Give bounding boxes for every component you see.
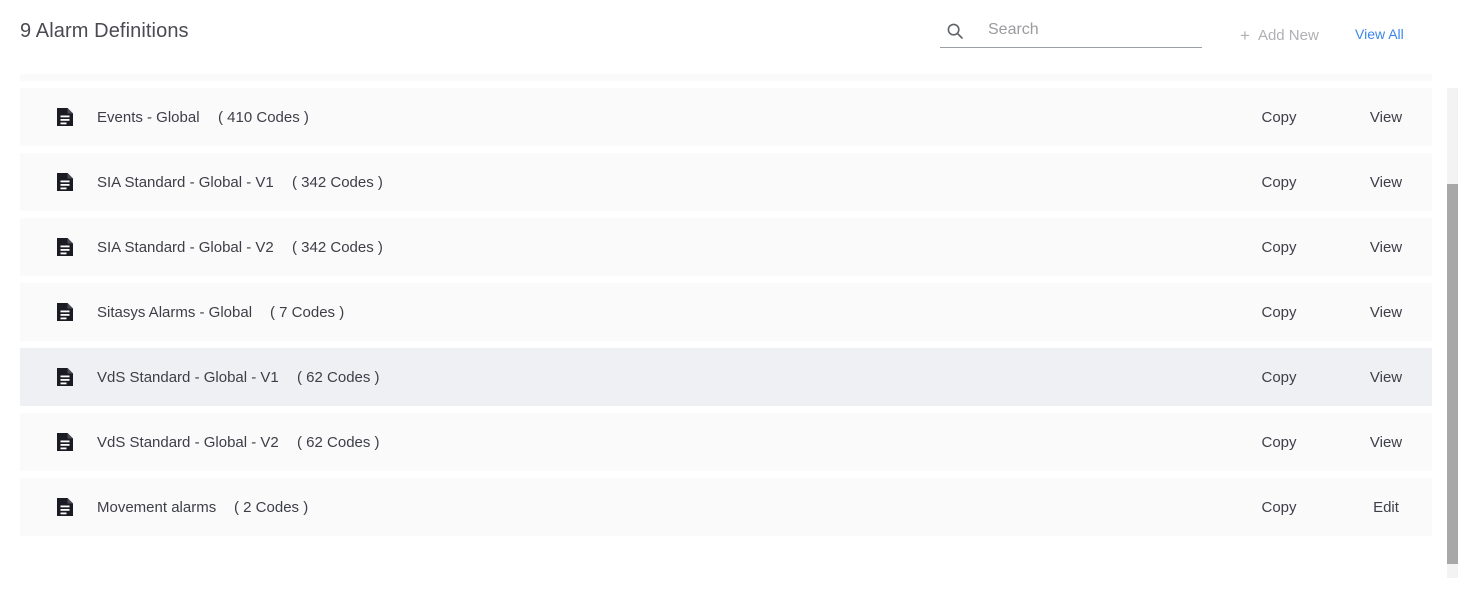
alarm-definition-count: ( 410 Codes ) [218, 108, 309, 126]
copy-link[interactable]: Copy [1233, 304, 1325, 321]
row-action-link[interactable]: Edit [1340, 499, 1432, 516]
row-action-link[interactable]: View [1340, 239, 1432, 256]
alarm-definition-count: ( 62 Codes ) [297, 433, 380, 451]
page-title: 9 Alarm Definitions [20, 20, 189, 42]
view-all-link[interactable]: View All [1355, 26, 1404, 42]
alarm-definition-name: SIA Standard - Global - V2 [97, 238, 274, 256]
alarm-definition-count: ( 342 Codes ) [292, 238, 383, 256]
document-icon [56, 367, 74, 387]
scrollbar-thumb[interactable] [1447, 184, 1458, 564]
table-row[interactable]: VdS Standard - Global - V2 ( 62 Codes ) Co… [20, 413, 1432, 471]
partial-row-above [20, 74, 1432, 81]
search-input[interactable] [986, 14, 1198, 46]
alarm-definition-name: VdS Standard - Global - V2 [97, 433, 279, 451]
copy-link[interactable]: Copy [1233, 174, 1325, 191]
copy-link[interactable]: Copy [1233, 239, 1325, 256]
list-inner: Events - Global( 410 Codes ) Copy View SIA … [0, 74, 1470, 536]
add-new-label: Add New [1257, 26, 1319, 44]
document-icon [56, 432, 74, 452]
table-row[interactable]: VdS Standard - Global - V1 ( 62 Codes ) Co… [20, 348, 1432, 406]
document-icon [56, 107, 74, 127]
row-action-link[interactable]: View [1340, 369, 1432, 386]
page-header: 9 Alarm Definitions + Add New View All [0, 0, 1470, 70]
copy-link[interactable]: Copy [1233, 499, 1325, 516]
alarm-definition-name: SIA Standard - Global - V1 [97, 173, 274, 191]
alarm-definition-count: ( 342 Codes ) [292, 173, 383, 191]
document-icon [56, 172, 74, 192]
alarm-definition-count: ( 62 Codes ) [297, 368, 380, 386]
alarm-definition-name: VdS Standard - Global - V1 [97, 368, 279, 386]
table-row[interactable]: Events - Global ( 410 Codes ) Copy View [20, 88, 1432, 146]
plus-icon: + [1240, 25, 1250, 45]
add-new-button[interactable]: + Add New [1240, 24, 1319, 46]
row-action-link[interactable]: View [1340, 434, 1432, 451]
alarm-definition-name: Events - Global [97, 108, 200, 126]
row-action-link[interactable]: View [1340, 174, 1432, 191]
row-action-link[interactable]: View [1340, 109, 1432, 126]
alarm-definitions-page: 9 Alarm Definitions + Add New View All E… [0, 0, 1470, 598]
document-icon [56, 302, 74, 322]
table-row[interactable]: SIA Standard - Global - V2 ( 342 Codes ) C… [20, 218, 1432, 276]
copy-link[interactable]: Copy [1233, 369, 1325, 386]
table-row[interactable]: SIA Standard - Global - V1 ( 342 Codes ) C… [20, 153, 1432, 211]
row-action-link[interactable]: View [1340, 304, 1432, 321]
alarm-definition-name: Movement alarms [97, 498, 217, 516]
search-field[interactable] [940, 14, 1202, 48]
copy-link[interactable]: Copy [1233, 109, 1325, 126]
alarm-definition-count: ( 7 Codes ) [270, 303, 345, 321]
search-icon [946, 22, 964, 40]
document-icon [56, 497, 74, 517]
table-row[interactable]: Sitasys Alarms - Global ( 7 Codes ) Copy Vi… [20, 283, 1432, 341]
alarm-definition-name: Sitasys Alarms - Global [97, 303, 253, 321]
copy-link[interactable]: Copy [1233, 434, 1325, 451]
document-icon [56, 237, 74, 257]
alarm-definition-count: ( 2 Codes ) [234, 498, 309, 516]
table-row[interactable]: Movement alarms ( 2 Codes ) Copy Edit [20, 478, 1432, 536]
alarm-definitions-list: Events - Global( 410 Codes ) Copy View SIA … [0, 74, 1470, 598]
